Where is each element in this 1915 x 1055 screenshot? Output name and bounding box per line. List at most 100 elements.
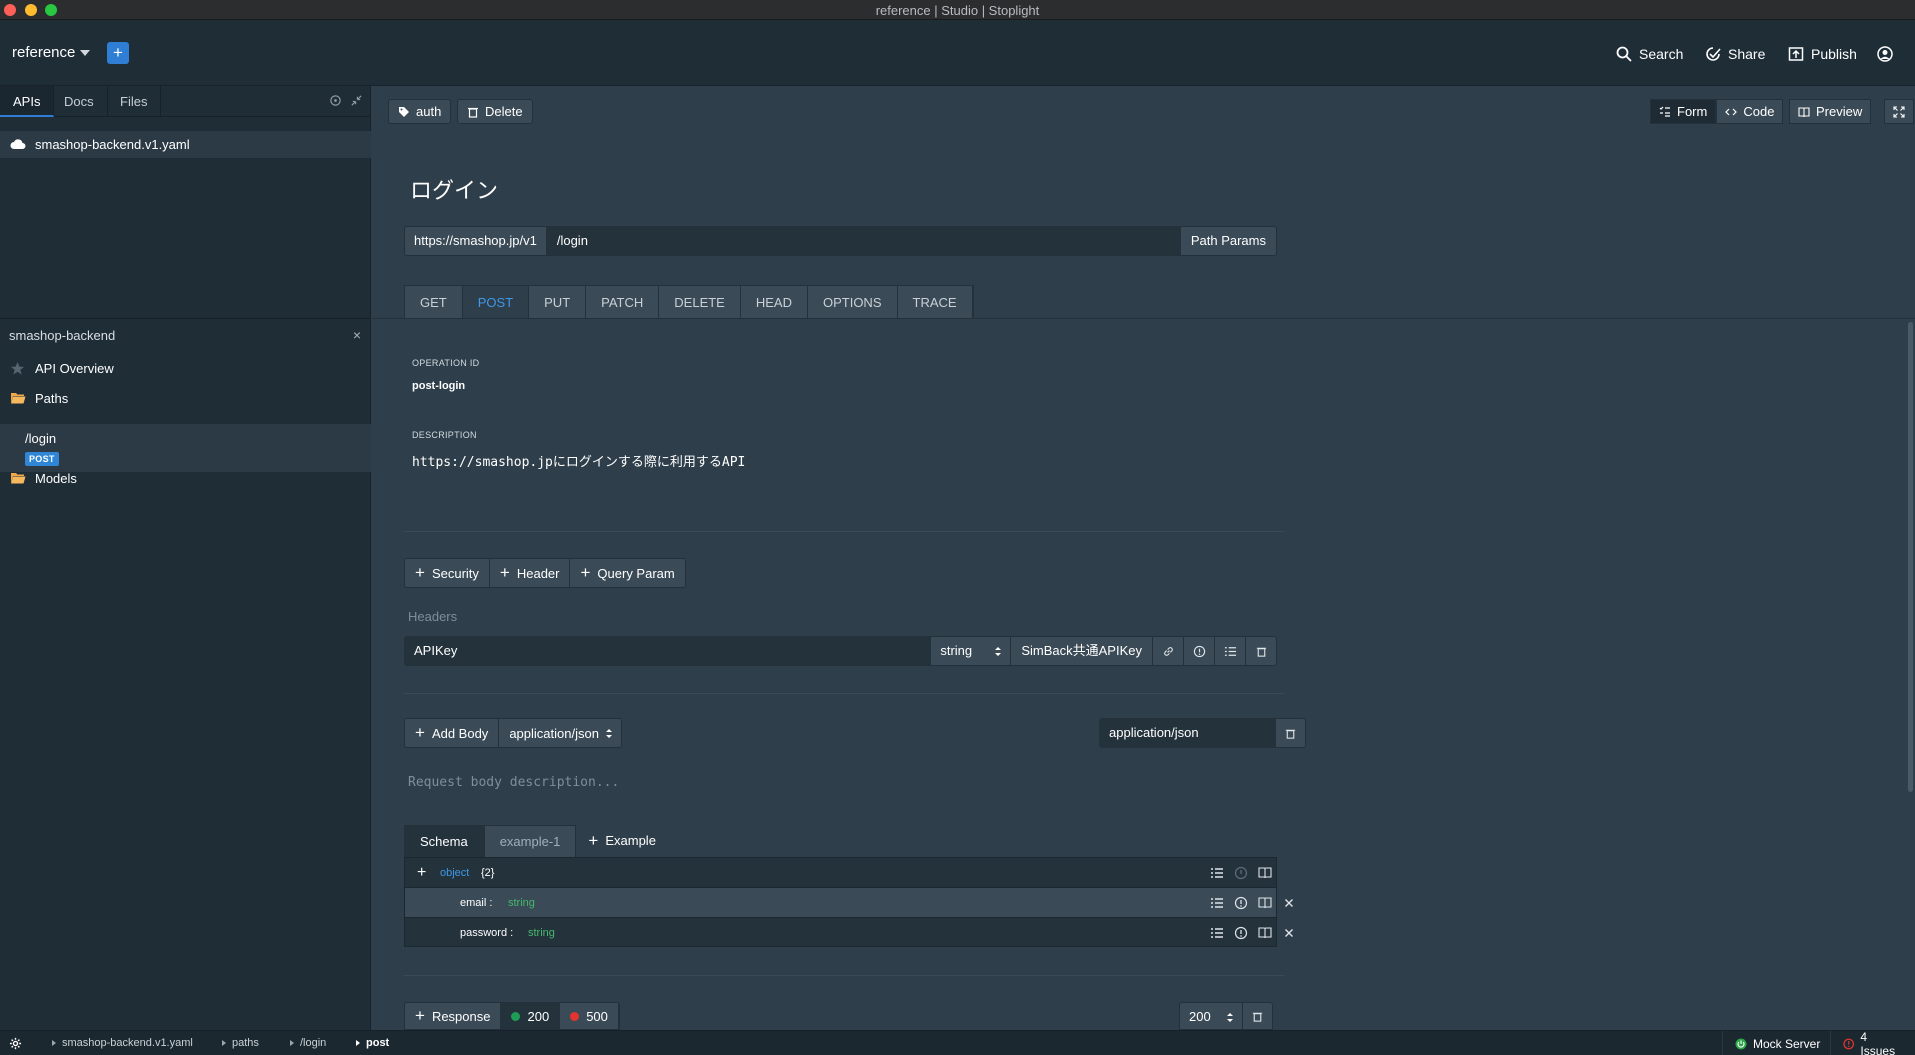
publish-button[interactable]: Publish [1788,44,1857,64]
form-view-button[interactable]: Form [1650,99,1717,124]
delete-response-button[interactable] [1242,1003,1272,1029]
response-code-select[interactable]: 200 [1180,1003,1242,1029]
operation-title[interactable]: ログイン [410,173,498,205]
tab-post[interactable]: POST [462,286,530,319]
tab-get[interactable]: GET [405,286,463,319]
list-icon[interactable] [1210,926,1224,940]
chevron-down-icon[interactable] [80,50,90,56]
share-button[interactable]: Share [1705,44,1765,64]
tab-docs[interactable]: Docs [51,86,108,117]
add-header-button[interactable]: + Header [489,559,571,587]
info-button[interactable] [1183,637,1214,665]
list-icon[interactable] [1210,866,1224,880]
fullscreen-button[interactable] [1884,99,1914,124]
tab-files[interactable]: Files [107,86,162,117]
tab-example-1[interactable]: example-1 [483,825,577,857]
header-type-select[interactable]: string [930,637,1011,665]
delete-body-button[interactable] [1275,719,1305,747]
close-icon[interactable] [1282,896,1296,910]
tab-options[interactable]: OPTIONS [807,286,898,319]
breadcrumb-post[interactable]: post [356,1037,389,1049]
header-name-input[interactable]: APIKey [405,637,931,665]
plus-icon[interactable]: + [417,864,426,882]
path-input[interactable]: /login [546,227,1180,255]
info-icon[interactable] [1234,896,1248,910]
delete-header-button[interactable] [1245,637,1276,665]
schema-root-row[interactable]: + object {2} [405,858,1276,888]
book-icon[interactable] [1258,866,1272,880]
path-params-button[interactable]: Path Params [1179,227,1276,255]
tab-trace[interactable]: TRACE [897,286,973,319]
body-description-input[interactable]: Request body description... [408,775,619,790]
add-example-button[interactable]: + Example [576,825,668,857]
search-button[interactable]: Search [1616,44,1683,64]
server-select[interactable]: https://smashop.jp/v1 [405,227,547,255]
window-titlebar: reference | Studio | Stoplight [0,0,1915,20]
operation-id-value[interactable]: post-login [412,380,465,392]
schema-field-row[interactable]: password : string [405,918,1293,948]
schema-field-row[interactable]: email : string [405,888,1293,918]
account-button[interactable] [1877,44,1893,64]
schema-field-name[interactable]: email : [460,897,492,909]
publish-icon [1788,47,1804,61]
delete-button[interactable]: Delete [457,99,533,124]
chevron-right-icon [222,1040,226,1046]
schema-root-type[interactable]: object [440,867,469,879]
tab-head[interactable]: HEAD [740,286,808,319]
target-icon[interactable] [329,94,342,107]
select-arrows-icon [995,647,1002,656]
book-icon[interactable] [1258,926,1272,940]
schema-field-name[interactable]: password : [460,927,513,939]
list-button[interactable] [1214,637,1245,665]
tree-item-api-overview[interactable]: API Overview [0,356,371,382]
tab-delete[interactable]: DELETE [659,286,741,319]
schema-editor: + object {2} email : string password : s… [404,857,1293,948]
add-body-button[interactable]: + Add Body [405,719,500,747]
tab-apis[interactable]: APIs [0,86,55,117]
scrollbar[interactable] [1908,322,1913,792]
info-icon[interactable] [1234,926,1248,940]
close-icon[interactable]: × [353,327,361,343]
tab-response-500[interactable]: 500 [560,1003,619,1029]
file-item[interactable]: smashop-backend.v1.yaml [0,131,371,158]
book-icon[interactable] [1258,896,1272,910]
add-security-button[interactable]: + Security [405,559,490,587]
project-switcher[interactable]: reference [12,44,75,61]
url-bar: https://smashop.jp/v1 /login Path Params [404,226,1277,256]
add-response-button[interactable]: + Response [405,1003,502,1029]
content-type-select[interactable]: application/json [499,719,621,747]
collapse-icon[interactable] [350,94,363,107]
add-query-param-button[interactable]: + Query Param [570,559,685,587]
preview-button[interactable]: Preview [1789,99,1872,124]
add-button[interactable]: + [107,42,129,64]
schema-field-type[interactable]: string [528,927,555,939]
header-ref-value[interactable]: SimBack共通APIKey [1010,637,1152,665]
schema-field-type[interactable]: string [508,897,535,909]
breadcrumb-login[interactable]: /login [290,1037,326,1049]
breadcrumb-file[interactable]: smashop-backend.v1.yaml [52,1037,193,1049]
gear-icon[interactable] [9,1037,22,1050]
breadcrumb-paths[interactable]: paths [222,1037,259,1049]
trash-icon [1256,647,1266,657]
tab-patch[interactable]: PATCH [586,286,660,319]
description-text[interactable]: https://smashop.jpにログインする際に利用するAPI [412,451,745,470]
tab-response-200[interactable]: 200 [501,1003,561,1029]
info-icon[interactable] [1234,866,1248,880]
mock-server-button[interactable]: Mock Server [1722,1031,1832,1055]
plus-icon: + [580,563,591,582]
tree-item-paths[interactable]: Paths [0,386,371,412]
tab-schema[interactable]: Schema [404,825,484,857]
publish-label: Publish [1811,46,1857,62]
close-icon[interactable] [1282,926,1296,940]
folder-icon [11,393,26,404]
tag-button[interactable]: auth [388,99,452,124]
issues-button[interactable]: 4 Issues [1830,1030,1915,1055]
content-type-input[interactable]: application/json [1100,719,1275,747]
tree-item-login-path[interactable]: /login POST [0,424,371,472]
preview-label: Preview [1816,104,1863,119]
tab-put[interactable]: PUT [529,286,587,319]
list-icon[interactable] [1210,896,1224,910]
code-view-button[interactable]: Code [1716,99,1784,124]
link-button[interactable] [1152,637,1183,665]
operation-id-label: OPERATION ID [412,358,480,368]
